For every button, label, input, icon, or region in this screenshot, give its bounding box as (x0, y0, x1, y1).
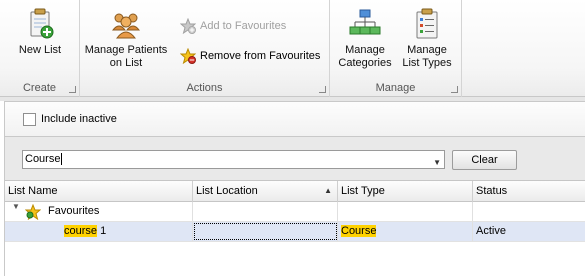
search-input-value[interactable]: Course (25, 153, 60, 165)
column-header-label: List Name (8, 185, 58, 197)
sort-ascending-icon: ▲ (324, 186, 332, 195)
favourites-star-icon (24, 203, 42, 221)
new-list-button[interactable]: New List (8, 8, 72, 57)
column-header-list-name[interactable]: List Name (5, 181, 193, 202)
column-header-label: List Type (341, 185, 385, 197)
lists-grid: List Name List Location ▲ List Type Stat… (4, 180, 585, 276)
star-add-icon (179, 17, 197, 35)
clear-button[interactable]: Clear (452, 150, 517, 170)
include-inactive-checkbox[interactable] (23, 113, 36, 126)
ribbon-group-actions: Manage Patients on List Add to Favourite… (80, 0, 330, 97)
cell-status[interactable]: Active (473, 222, 585, 241)
clipboard-list-icon (411, 8, 443, 40)
manage-categories-label-1: Manage (345, 44, 385, 56)
grid-header: List Name List Location ▲ List Type Stat… (5, 180, 585, 202)
column-header-status[interactable]: Status (473, 181, 585, 202)
column-header-label: List Location (196, 185, 258, 197)
manage-patients-button[interactable]: Manage Patients on List (84, 8, 168, 70)
manage-patients-label-1: Manage Patients (84, 44, 168, 56)
remove-from-favourites-button[interactable]: Remove from Favourites (179, 46, 321, 66)
group-label: Favourites (45, 202, 193, 221)
text-caret (61, 153, 63, 166)
dropdown-arrow-icon[interactable]: ▼ (433, 154, 441, 171)
table-row[interactable]: course 1 Course Active (5, 222, 585, 242)
group-row-favourites[interactable]: ▼ Favourites (5, 202, 585, 222)
include-inactive-label[interactable]: Include inactive (41, 113, 117, 125)
column-header-list-type[interactable]: List Type (338, 181, 473, 202)
ribbon-group-create: New List Create (0, 0, 80, 97)
manage-list-types-button[interactable]: Manage List Types (398, 8, 456, 70)
people-icon (110, 8, 142, 40)
add-to-favourites-button[interactable]: Add to Favourites (179, 16, 287, 36)
search-area: Course ▼ Clear (4, 137, 585, 180)
group-launcher-icon[interactable] (451, 86, 458, 93)
group-launcher-icon[interactable] (69, 86, 76, 93)
search-combobox[interactable]: Course ▼ (22, 150, 445, 169)
manage-list-types-label-2: List Types (402, 57, 452, 69)
manage-patients-label-2: on List (109, 57, 143, 69)
manage-list-types-label-1: Manage (407, 44, 447, 56)
column-header-list-location[interactable]: List Location ▲ (193, 181, 338, 202)
ribbon-group-label-manage: Manage (375, 82, 416, 94)
manage-categories-label-2: Categories (338, 57, 392, 69)
empty-cell (193, 202, 338, 221)
column-header-label: Status (476, 185, 508, 197)
new-list-icon (24, 8, 56, 40)
new-list-label: New List (18, 44, 62, 56)
manage-categories-button[interactable]: Manage Categories (334, 8, 396, 70)
empty-cell (338, 202, 473, 221)
star-remove-icon (179, 47, 197, 65)
list-name-rest: 1 (97, 225, 107, 237)
ribbon: New List Create Manage Patients on List (0, 0, 585, 97)
ribbon-group-label-create: Create (22, 82, 57, 94)
remove-from-favourites-label: Remove from Favourites (200, 50, 321, 62)
hierarchy-icon (349, 8, 381, 40)
collapse-triangle-icon[interactable]: ▼ (12, 202, 20, 211)
add-to-favourites-label: Add to Favourites (200, 20, 287, 32)
group-name: Favourites (48, 205, 100, 217)
ribbon-group-manage: Manage Categories Manage List Types Mana… (330, 0, 462, 97)
cell-list-location[interactable] (193, 222, 338, 241)
search-match-highlight: Course (341, 225, 377, 237)
options-bar: Include inactive (4, 101, 585, 137)
ribbon-group-label-actions: Actions (186, 82, 223, 94)
search-match-highlight: course (64, 225, 98, 237)
cell-list-name[interactable]: course 1 (61, 222, 193, 241)
group-launcher-icon[interactable] (319, 86, 326, 93)
cell-list-type[interactable]: Course (338, 222, 473, 241)
